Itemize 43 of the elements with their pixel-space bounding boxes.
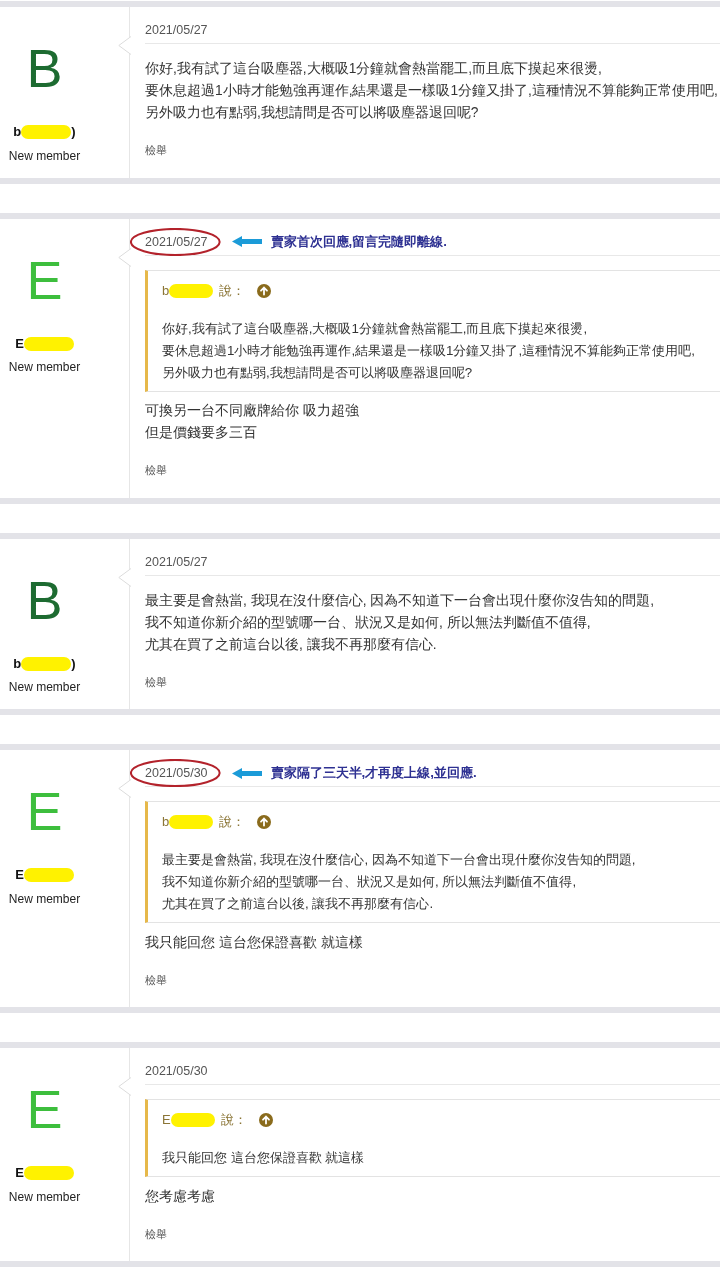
up-arrow-icon[interactable]: [258, 1113, 273, 1127]
post-date[interactable]: 2021/05/30: [145, 1061, 208, 1081]
avatar-initial[interactable]: B: [26, 41, 63, 95]
report-link[interactable]: 檢舉: [145, 1225, 167, 1242]
member-rank: New member: [8, 359, 81, 375]
left-arrow-icon: [231, 236, 262, 247]
avatar-initial[interactable]: B: [26, 572, 63, 627]
report-link[interactable]: 檢舉: [145, 673, 167, 690]
report-link[interactable]: 檢舉: [145, 462, 167, 478]
left-arrow-icon: [231, 767, 262, 779]
post-text: 最主要是會熱當, 我現在沒什麼信心, 因為不知道下一台會出現什麼你沒告知的問題, 我不知道你新介紹的型號哪一台、狀況又是如何, 所以無法判斷值不值得, 尤其在買了之前這台以後, 讓我不再那麼有信心.: [145, 591, 656, 654]
username-tail: ): [71, 123, 76, 141]
username[interactable]: E: [15, 334, 24, 353]
post-text: 你好,我有試了這台吸塵器,大概吸1分鐘就會熱當罷工,而且底下摸起來很燙, 要休息超過1小時才能勉強再運作,結果還是一樣吸1分鐘又掛了,這種情況不算能夠正常使用吧, 另外吸力也有點弱,我想請問是否可以將吸塵器退回呢?: [145, 60, 719, 122]
quote-author[interactable]: b: [162, 280, 170, 301]
username[interactable]: E: [15, 866, 24, 884]
member-rank: New member: [8, 1188, 81, 1205]
post-text: 可換另一台不同廠牌給你 吸力超強 但是價錢要多三百: [145, 402, 360, 442]
quoted-text: 我只能回您 這台您保證喜歡 就這樣: [162, 1149, 366, 1167]
member-rank: New member: [8, 679, 81, 695]
quote-author[interactable]: b: [162, 812, 170, 832]
up-arrow-icon[interactable]: [257, 283, 272, 298]
annotation-note: 賣家隔了三天半,才再度上線,並回應.: [270, 764, 477, 782]
username-tail: ): [71, 654, 76, 673]
annotation-note: 賣家首次回應,留言完隨即離線.: [270, 232, 447, 251]
says-label: 說：: [219, 813, 246, 831]
report-link[interactable]: 檢舉: [145, 142, 167, 158]
up-arrow-icon[interactable]: [257, 815, 272, 829]
quoted-text: 你好,我有試了這台吸塵器,大概吸1分鐘就會熱當罷工,而且底下摸起來很燙, 要休息超過1小時才能勉強再運作,結果還是一樣吸1分鐘又掛了,這種情況不算能夠正常使用吧, 另外吸力也有點弱,我想請問是否可以將吸塵器退回呢?: [162, 319, 696, 382]
says-label: 說：: [220, 1111, 247, 1129]
username[interactable]: b: [13, 123, 22, 141]
report-link[interactable]: 檢舉: [145, 971, 167, 988]
member-rank: New member: [8, 890, 81, 907]
post-date[interactable]: 2021/05/27: [145, 20, 208, 40]
member-rank: New member: [8, 147, 81, 164]
username[interactable]: E: [15, 1164, 24, 1182]
username[interactable]: b: [13, 654, 22, 673]
quoted-text: 最主要是會熱當, 我現在沒什麼信心, 因為不知道下一台會出現什麼你沒告知的問題, 我不知道你新介紹的型號哪一台、狀況又是如何, 所以無法判斷值不值得, 尤其在買了之前這台以後, 讓我不再那麼有信心.: [162, 851, 637, 913]
says-label: 說：: [219, 281, 246, 300]
post-text: 您考慮考慮: [145, 1187, 216, 1206]
post-date[interactable]: 2021/05/27: [145, 551, 208, 572]
post-text: 我只能回您 這台您保證喜歡 就這樣: [145, 933, 364, 952]
quote-author[interactable]: E: [162, 1110, 171, 1130]
